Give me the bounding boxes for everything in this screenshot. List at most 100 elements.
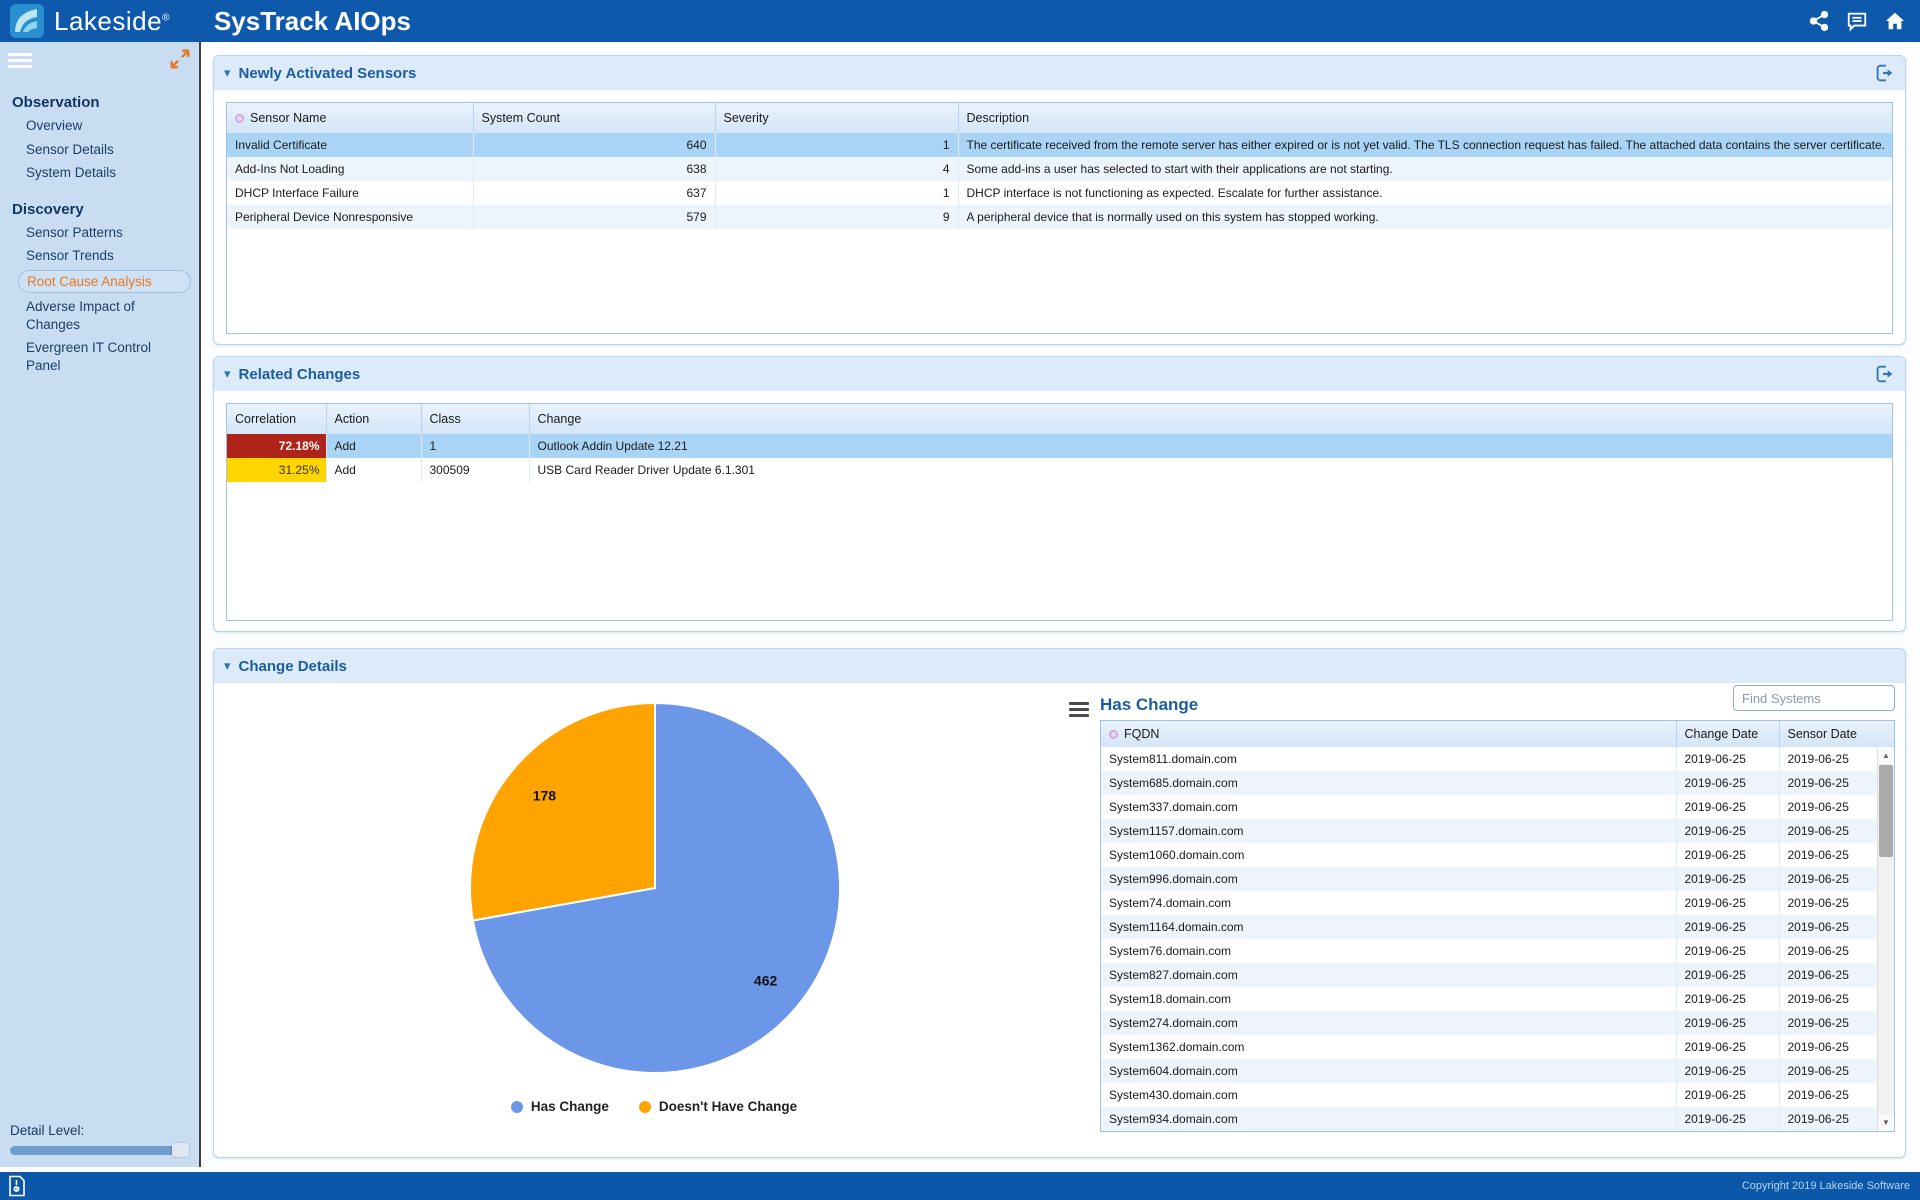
slider-handle[interactable] <box>172 1143 189 1157</box>
change-details-panel-header: ▾ Change Details <box>214 649 1905 683</box>
pie-value-label: 178 <box>533 787 557 803</box>
system-row[interactable]: System934.domain.com2019-06-252019-06-25 <box>1101 1107 1894 1131</box>
app-footer: Copyright 2019 Lakeside Software <box>0 1172 1920 1200</box>
detail-level-label: Detail Level: <box>10 1123 187 1138</box>
pie-value-label: 462 <box>754 973 778 989</box>
main-content: ▾ Newly Activated Sensors Sensor Name Sy… <box>203 42 1920 1167</box>
col-header-fqdn[interactable]: FQDN <box>1101 721 1676 747</box>
sidebar-nav: Observation OverviewSensor DetailsSystem … <box>0 94 199 377</box>
col-header-change[interactable]: Change <box>529 404 1892 434</box>
system-row[interactable]: System1362.domain.com2019-06-252019-06-2… <box>1101 1035 1894 1059</box>
sensors-table: Sensor Name System Count Severity Descri… <box>227 103 1892 229</box>
system-row[interactable]: System811.domain.com2019-06-252019-06-25 <box>1101 747 1894 771</box>
col-header-description[interactable]: Description <box>958 103 1892 133</box>
registered-mark: ® <box>162 12 170 23</box>
col-header-class[interactable]: Class <box>421 404 529 434</box>
sidebar-item-sensor-patterns[interactable]: Sensor Patterns <box>0 221 199 245</box>
find-systems-input[interactable] <box>1733 685 1895 711</box>
sidebar-item-adverse-impact-of-changes[interactable]: Adverse Impact of Changes <box>0 295 199 336</box>
correlation-bar: 72.18% <box>227 434 326 458</box>
sensor-row[interactable]: Peripheral Device Nonresponsive5799A per… <box>227 205 1892 229</box>
col-header-sensor-date[interactable]: Sensor Date <box>1779 721 1894 747</box>
system-row[interactable]: System1164.domain.com2019-06-252019-06-2… <box>1101 915 1894 939</box>
related-panel-header: ▾ Related Changes <box>214 357 1905 391</box>
panel-change-details: ▾ Change Details 462 178 Has Change Doesn'… <box>213 648 1906 1158</box>
related-change-row[interactable]: 72.18%Add1Outlook Addin Update 12.21 <box>227 434 1892 458</box>
sidebar-item-system-details[interactable]: System Details <box>0 161 199 185</box>
related-panel-title: Related Changes <box>239 366 361 383</box>
system-row[interactable]: System430.domain.com2019-06-252019-06-25 <box>1101 1083 1894 1107</box>
sidebar-item-evergreen-it-control-panel[interactable]: Evergreen IT Control Panel <box>0 336 199 377</box>
hamburger-menu-icon[interactable] <box>8 50 32 70</box>
system-row[interactable]: System996.domain.com2019-06-252019-06-25 <box>1101 867 1894 891</box>
scroll-down-icon[interactable]: ▼ <box>1878 1115 1894 1131</box>
system-row[interactable]: System604.domain.com2019-06-252019-06-25 <box>1101 1059 1894 1083</box>
filter-circle-icon <box>235 114 244 123</box>
share-icon[interactable] <box>1808 10 1830 32</box>
legend-label: Doesn't Have Change <box>659 1099 797 1114</box>
legend-dot-icon <box>639 1101 651 1113</box>
legend-label: Has Change <box>531 1099 609 1114</box>
chart-menu-icon[interactable] <box>1069 699 1089 714</box>
system-row[interactable]: System18.domain.com2019-06-252019-06-25 <box>1101 987 1894 1011</box>
sidebar-item-sensor-trends[interactable]: Sensor Trends <box>0 244 199 268</box>
detail-level-slider[interactable] <box>10 1146 187 1155</box>
has-change-pie-chart[interactable]: 462 178 <box>214 683 1094 1093</box>
export-icon[interactable] <box>1873 363 1895 385</box>
col-header-change-date[interactable]: Change Date <box>1676 721 1779 747</box>
system-row[interactable]: System337.domain.com2019-06-252019-06-25 <box>1101 795 1894 819</box>
col-header-action[interactable]: Action <box>326 404 421 434</box>
expand-icon[interactable] <box>169 48 191 70</box>
sensor-row[interactable]: Add-Ins Not Loading6384Some add-ins a us… <box>227 157 1892 181</box>
panel-newly-activated-sensors: ▾ Newly Activated Sensors Sensor Name Sy… <box>213 55 1906 345</box>
system-row[interactable]: System685.domain.com2019-06-252019-06-25 <box>1101 771 1894 795</box>
sensors-panel-title: Newly Activated Sensors <box>239 65 417 82</box>
change-details-panel-title: Change Details <box>239 658 347 675</box>
correlation-bar: 31.25% <box>227 458 326 482</box>
system-row[interactable]: System1157.domain.com2019-06-252019-06-2… <box>1101 819 1894 843</box>
col-header-severity[interactable]: Severity <box>715 103 958 133</box>
page-title: SysTrack AIOps <box>214 6 411 37</box>
detail-level: Detail Level: <box>10 1123 187 1155</box>
sensors-panel-header: ▾ Newly Activated Sensors <box>214 56 1905 90</box>
collapse-caret-icon[interactable]: ▾ <box>224 658 231 674</box>
col-header-system-count[interactable]: System Count <box>473 103 715 133</box>
system-row[interactable]: System274.domain.com2019-06-252019-06-25 <box>1101 1011 1894 1035</box>
sensor-row[interactable]: DHCP Interface Failure6371DHCP interface… <box>227 181 1892 205</box>
system-row[interactable]: System76.domain.com2019-06-252019-06-25 <box>1101 939 1894 963</box>
related-change-row[interactable]: 31.25%Add300509USB Card Reader Driver Up… <box>227 458 1892 482</box>
export-icon[interactable] <box>1873 62 1895 84</box>
brand-wordmark: Lakeside® <box>54 6 170 37</box>
chat-icon[interactable] <box>1846 10 1868 32</box>
scroll-up-icon[interactable]: ▲ <box>1878 748 1894 764</box>
nav-section-observation: Observation <box>12 94 199 111</box>
has-change-table: FQDN Change Date Sensor Date System811.d… <box>1101 721 1894 1131</box>
app-header: Lakeside® SysTrack AIOps <box>0 0 1920 42</box>
col-header-correlation[interactable]: Correlation <box>227 404 326 434</box>
panel-related-changes: ▾ Related Changes Correlation Action Cla… <box>213 356 1906 632</box>
collapse-caret-icon[interactable]: ▾ <box>224 65 231 81</box>
system-row[interactable]: System1060.domain.com2019-06-252019-06-2… <box>1101 843 1894 867</box>
sensor-row[interactable]: Invalid Certificate6401The certificate r… <box>227 133 1892 157</box>
home-icon[interactable] <box>1884 10 1906 32</box>
system-row[interactable]: System74.domain.com2019-06-252019-06-25 <box>1101 891 1894 915</box>
has-change-table-wrap: FQDN Change Date Sensor Date System811.d… <box>1100 720 1895 1132</box>
legend-dot-icon <box>511 1101 523 1113</box>
sidebar-item-root-cause-analysis[interactable]: Root Cause Analysis <box>18 270 191 294</box>
legend-item-doesn-t-have-change[interactable]: Doesn't Have Change <box>639 1099 797 1114</box>
collapse-caret-icon[interactable]: ▾ <box>224 366 231 382</box>
related-changes-table: Correlation Action Class Change 72.18%Ad… <box>227 404 1892 482</box>
legend-item-has-change[interactable]: Has Change <box>511 1099 609 1114</box>
has-change-title: Has Change <box>1100 695 1198 715</box>
report-document-icon[interactable] <box>8 1175 26 1197</box>
sidebar-item-sensor-details[interactable]: Sensor Details <box>0 138 199 162</box>
nav-section-discovery: Discovery <box>12 201 199 218</box>
filter-circle-icon <box>1109 730 1118 739</box>
scrollbar-thumb[interactable] <box>1879 765 1893 857</box>
sidebar: Observation OverviewSensor DetailsSystem … <box>0 42 201 1167</box>
col-header-sensor-name[interactable]: Sensor Name <box>227 103 473 133</box>
system-row[interactable]: System827.domain.com2019-06-252019-06-25 <box>1101 963 1894 987</box>
sidebar-item-overview[interactable]: Overview <box>0 114 199 138</box>
pie-slice-doesn-t-have-change[interactable] <box>470 703 655 921</box>
scrollbar[interactable]: ▲ ▼ <box>1877 748 1894 1131</box>
